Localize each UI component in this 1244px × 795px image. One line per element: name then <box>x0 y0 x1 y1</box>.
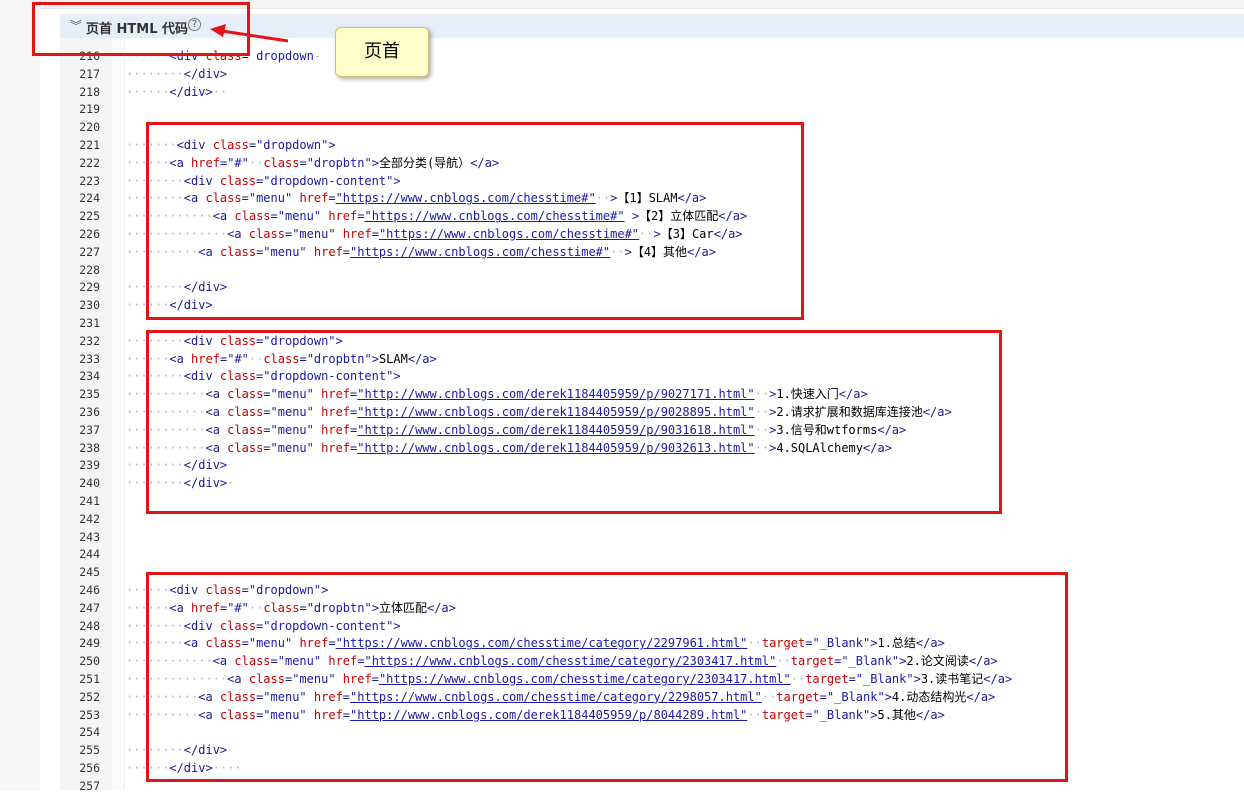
line-number: 251 <box>79 672 100 686</box>
line-number: 240 <box>79 476 100 491</box>
line-number: 248 <box>79 618 100 633</box>
line-number: 234 <box>79 369 100 384</box>
code-line: 219 <box>60 100 1244 118</box>
line-number: 242 <box>79 511 100 526</box>
line-number: 233 <box>79 351 100 366</box>
line-number: 217 <box>79 66 100 81</box>
line-number: 229 <box>79 280 100 295</box>
line-number: 244 <box>79 547 100 562</box>
line-number: 254 <box>79 725 100 740</box>
line-number: 238 <box>79 440 100 455</box>
code-line: 243 <box>60 528 1244 546</box>
code-text: ········</div> <box>126 66 228 81</box>
line-number: 241 <box>79 494 100 508</box>
line-number: 230 <box>79 298 100 313</box>
line-number: 257 <box>79 778 100 793</box>
line-number: 227 <box>79 244 100 259</box>
page-left-margin <box>0 0 40 790</box>
line-number: 226 <box>79 227 100 241</box>
line-number: 253 <box>79 707 100 722</box>
line-number: 245 <box>79 565 100 580</box>
line-number: 223 <box>79 173 100 188</box>
line-number: 220 <box>79 120 100 135</box>
line-number: 249 <box>79 636 100 651</box>
line-number: 235 <box>79 387 100 402</box>
code-line: 217 ········</div> <box>60 65 1244 83</box>
line-number: 250 <box>79 654 100 669</box>
line-number: 243 <box>79 529 100 544</box>
line-number: 225 <box>79 209 100 224</box>
line-number: 228 <box>79 262 100 277</box>
line-number: 232 <box>79 333 100 348</box>
line-number: 247 <box>79 600 100 615</box>
callout-label: 页首 <box>335 27 429 77</box>
annotation-box-slam <box>146 330 1002 514</box>
line-number: 255 <box>79 743 100 758</box>
line-number: 256 <box>79 761 100 775</box>
code-text: ······</div>·· <box>126 84 228 99</box>
line-number: 252 <box>79 689 100 704</box>
code-line: 218 ······</div>·· <box>60 83 1244 101</box>
line-number: 239 <box>79 458 100 473</box>
line-number: 218 <box>79 84 100 99</box>
annotation-box-header <box>32 2 250 56</box>
annotation-box-stereo-matching <box>146 572 1068 782</box>
line-number: 221 <box>79 138 100 152</box>
line-number: 246 <box>79 583 100 597</box>
line-number: 231 <box>79 316 100 330</box>
line-number: 236 <box>79 405 100 419</box>
line-number: 219 <box>79 102 100 117</box>
line-number: 224 <box>79 191 100 206</box>
line-number: 237 <box>79 422 100 437</box>
line-number: 222 <box>79 155 100 170</box>
code-line: 244 <box>60 545 1244 563</box>
annotation-box-all-categories <box>146 122 804 320</box>
